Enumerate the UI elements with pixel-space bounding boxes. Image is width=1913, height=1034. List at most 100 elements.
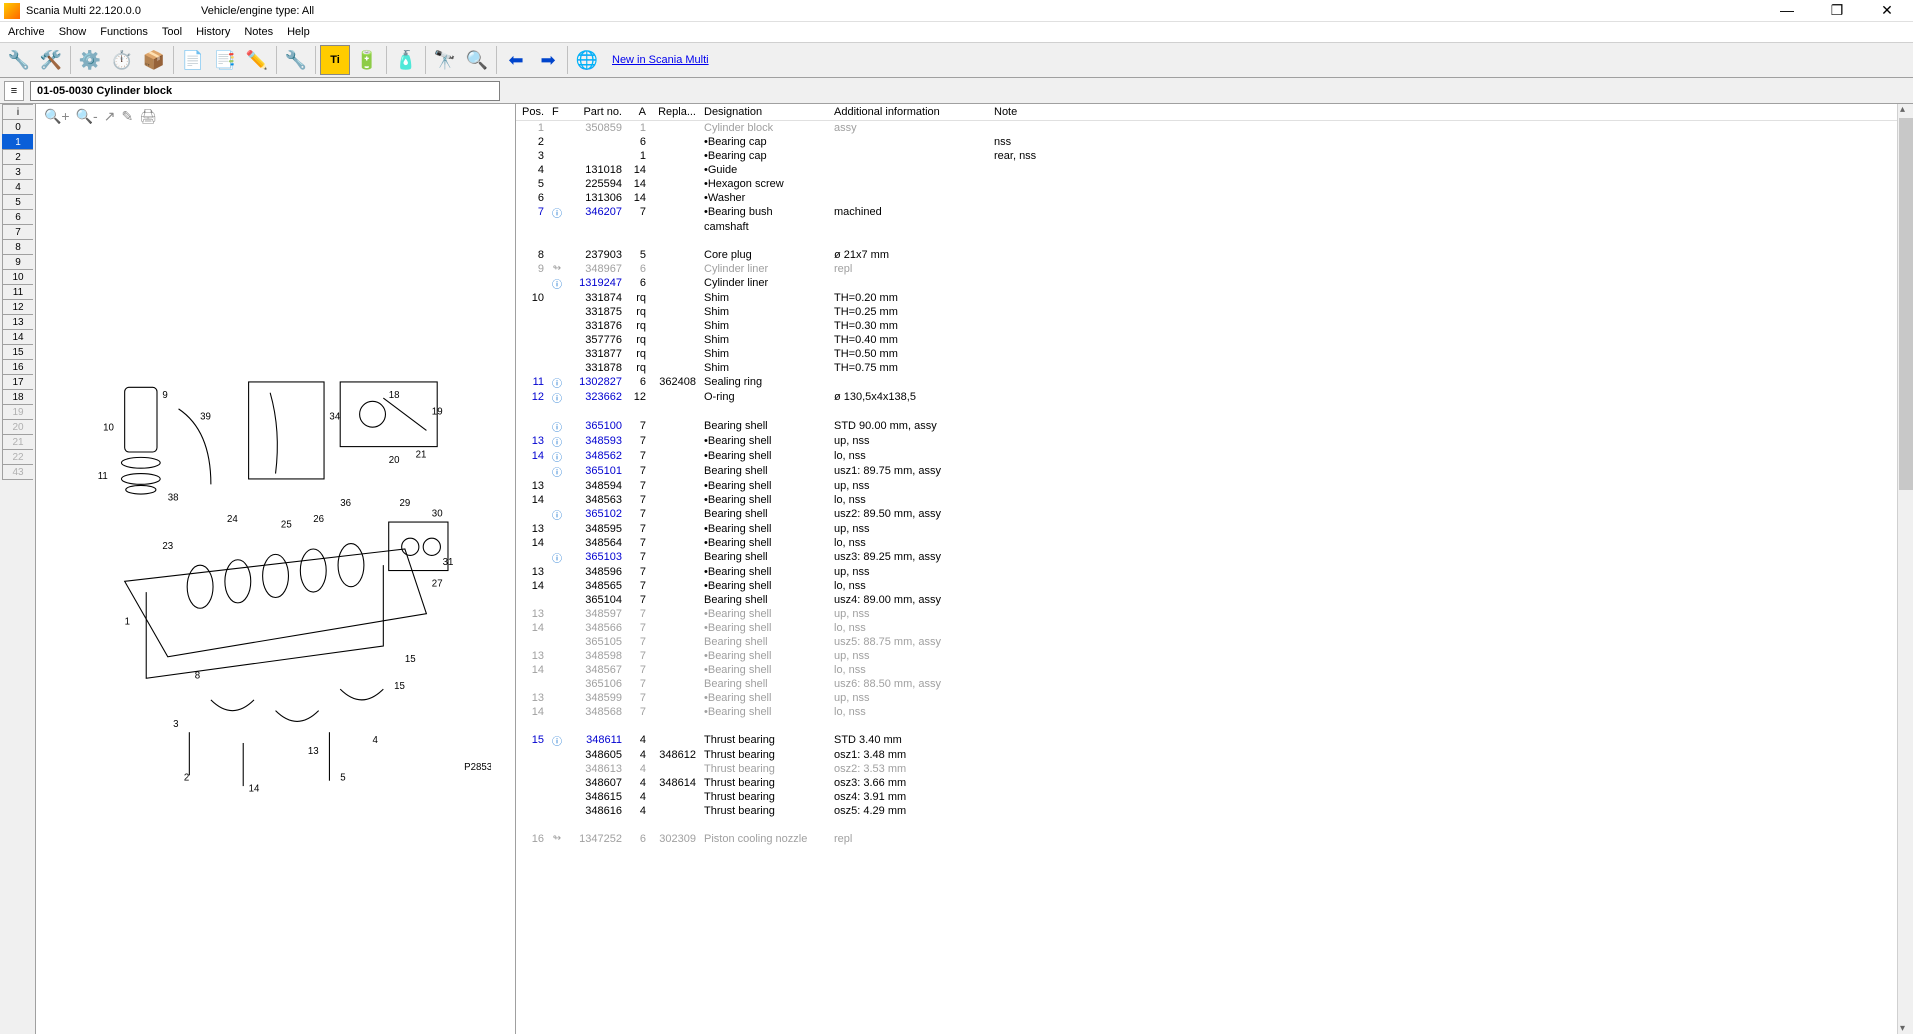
tool-ti-icon[interactable]: Ti — [320, 45, 350, 75]
table-row[interactable]: 3486134Thrust bearingosz2: 3.53 mm — [516, 762, 1897, 776]
table-row[interactable]: 3486054348612Thrust bearingosz1: 3.48 mm — [516, 748, 1897, 762]
exploded-diagram[interactable]: 109 1138 3934 1819 2120 2425 2636 2930 3… — [36, 128, 515, 1034]
table-row[interactable] — [516, 234, 1897, 248]
menu-functions[interactable]: Functions — [100, 26, 148, 38]
table-row[interactable]: 3651067Bearing shellusz6: 88.50 mm, assy — [516, 677, 1897, 691]
nav-tab-18[interactable]: 18 — [2, 389, 33, 405]
table-row[interactable]: ⓘ3651037Bearing shellusz3: 89.25 mm, ass… — [516, 550, 1897, 565]
table-row[interactable]: camshaft — [516, 220, 1897, 234]
table-row[interactable]: ⓘ13192476Cylinder liner — [516, 276, 1897, 291]
menu-show[interactable]: Show — [59, 26, 87, 38]
nav-tab-13[interactable]: 13 — [2, 314, 33, 330]
nav-tab-15[interactable]: 15 — [2, 344, 33, 360]
table-row[interactable]: 143485637•Bearing shelllo, nss — [516, 493, 1897, 507]
menu-archive[interactable]: Archive — [8, 26, 45, 38]
zoom-in-icon[interactable]: 🔍+ — [44, 108, 70, 125]
table-row[interactable]: 15ⓘ3486114Thrust bearingSTD 3.40 mm — [516, 733, 1897, 748]
parts-table-scroll[interactable]: Pos.FPart no.ARepla...DesignationAdditio… — [516, 104, 1897, 1034]
tool-back-icon[interactable]: ⬅ — [501, 45, 531, 75]
zoom-out-icon[interactable]: 🔍- — [76, 108, 98, 125]
table-row[interactable] — [516, 405, 1897, 419]
table-row[interactable]: 143485647•Bearing shelllo, nss — [516, 536, 1897, 550]
table-row[interactable]: 16↬13472526302309Piston cooling nozzlere… — [516, 832, 1897, 846]
tool-time-icon[interactable]: ⏱️ — [107, 45, 137, 75]
table-row[interactable]: 3486074348614Thrust bearingosz3: 3.66 mm — [516, 776, 1897, 790]
nav-tab-14[interactable]: 14 — [2, 329, 33, 345]
nav-tab-0[interactable]: 0 — [2, 119, 33, 135]
table-row[interactable]: 331876rqShimTH=0.30 mm — [516, 319, 1897, 333]
tool-info-icon[interactable]: 🛠️ — [36, 45, 66, 75]
tool-part-icon[interactable]: ⚙️ — [75, 45, 105, 75]
print-icon[interactable]: 🖨 — [139, 108, 157, 125]
tool-flash-icon[interactable]: 🔋 — [352, 45, 382, 75]
col-header[interactable]: Part no. — [566, 104, 626, 121]
col-header[interactable]: A — [626, 104, 650, 121]
table-row[interactable]: 26•Bearing capnss — [516, 135, 1897, 149]
table-row[interactable]: 331877rqShimTH=0.50 mm — [516, 347, 1897, 361]
tool-forward-icon[interactable]: ➡ — [533, 45, 563, 75]
region-icon[interactable]: ✎ — [121, 108, 133, 125]
table-row[interactable]: 133485967•Bearing shellup, nss — [516, 565, 1897, 579]
tool-box2-icon[interactable]: 📑 — [210, 45, 240, 75]
table-row[interactable]: 11ⓘ13028276362408Sealing ring — [516, 375, 1897, 390]
breadcrumb-path[interactable]: 01-05-0030 Cylinder block — [30, 81, 500, 101]
col-header[interactable]: Pos. — [516, 104, 548, 121]
table-row[interactable]: ⓘ3651007Bearing shellSTD 90.00 mm, assy — [516, 419, 1897, 434]
table-row[interactable]: 82379035Core plugø 21x7 mm — [516, 248, 1897, 262]
new-in-multi-link[interactable]: New in Scania Multi — [612, 54, 709, 66]
fit-icon[interactable]: ↗ — [104, 108, 116, 125]
nav-tab-8[interactable]: 8 — [2, 239, 33, 255]
collapse-button[interactable]: ≡ — [4, 81, 24, 101]
table-row[interactable]: 3486164Thrust bearingosz5: 4.29 mm — [516, 804, 1897, 818]
table-row[interactable]: 331878rqShimTH=0.75 mm — [516, 361, 1897, 375]
nav-tab-5[interactable]: 5 — [2, 194, 33, 210]
menu-tool[interactable]: Tool — [162, 26, 182, 38]
menu-help[interactable]: Help — [287, 26, 310, 38]
table-row[interactable]: 133485997•Bearing shellup, nss — [516, 691, 1897, 705]
nav-tab-i[interactable]: i — [2, 104, 33, 120]
tool-wrench-icon[interactable]: 🔧 — [281, 45, 311, 75]
table-row[interactable]: 133485977•Bearing shellup, nss — [516, 607, 1897, 621]
table-row[interactable]: 133485957•Bearing shellup, nss — [516, 522, 1897, 536]
table-row[interactable]: ⓘ3651017Bearing shellusz1: 89.75 mm, ass… — [516, 464, 1897, 479]
col-header[interactable]: Designation — [700, 104, 830, 121]
nav-tab-2[interactable]: 2 — [2, 149, 33, 165]
tool-edit-icon[interactable]: ✏️ — [242, 45, 272, 75]
nav-tab-3[interactable]: 3 — [2, 164, 33, 180]
tool-engine-icon[interactable]: 🔧 — [4, 45, 34, 75]
table-row[interactable]: 12ⓘ32366212O-ringø 130,5x4x138,5 — [516, 390, 1897, 405]
nav-tab-10[interactable]: 10 — [2, 269, 33, 285]
nav-tab-12[interactable]: 12 — [2, 299, 33, 315]
table-row[interactable]: 9↬3489676Cylinder linerrepl — [516, 262, 1897, 276]
tool-box1-icon[interactable]: 📄 — [178, 45, 208, 75]
table-row[interactable]: 613130614•Washer — [516, 191, 1897, 205]
table-row[interactable]: 133485947•Bearing shellup, nss — [516, 479, 1897, 493]
table-row[interactable]: 357776rqShimTH=0.40 mm — [516, 333, 1897, 347]
col-header[interactable]: Note — [990, 104, 1897, 121]
nav-tab-16[interactable]: 16 — [2, 359, 33, 375]
table-row[interactable]: 143485667•Bearing shelllo, nss — [516, 621, 1897, 635]
nav-tab-6[interactable]: 6 — [2, 209, 33, 225]
maximize-button[interactable]: ❐ — [1821, 2, 1853, 19]
nav-tab-4[interactable]: 4 — [2, 179, 33, 195]
table-row[interactable]: 413101814•Guide — [516, 163, 1897, 177]
nav-tab-11[interactable]: 11 — [2, 284, 33, 300]
vertical-scrollbar[interactable] — [1897, 104, 1913, 1034]
tool-bottle-icon[interactable]: 🧴 — [391, 45, 421, 75]
col-header[interactable]: Repla... — [650, 104, 700, 121]
table-row[interactable]: 143485687•Bearing shelllo, nss — [516, 705, 1897, 719]
close-button[interactable]: ✕ — [1871, 2, 1903, 19]
table-row[interactable]: 10331874rqShimTH=0.20 mm — [516, 291, 1897, 305]
tool-binoculars-icon[interactable]: 🔭 — [430, 45, 460, 75]
nav-tab-7[interactable]: 7 — [2, 224, 33, 240]
table-row[interactable]: 3651057Bearing shellusz5: 88.75 mm, assy — [516, 635, 1897, 649]
table-row[interactable]: 133485987•Bearing shellup, nss — [516, 649, 1897, 663]
nav-tab-1[interactable]: 1 — [2, 134, 33, 150]
table-row[interactable] — [516, 818, 1897, 832]
tool-search2-icon[interactable]: 🔍 — [462, 45, 492, 75]
table-row[interactable]: 522559414•Hexagon screw — [516, 177, 1897, 191]
tool-globe-icon[interactable]: 🌐 — [572, 45, 602, 75]
minimize-button[interactable]: — — [1771, 2, 1803, 19]
menu-history[interactable]: History — [196, 26, 230, 38]
scrollbar-thumb[interactable] — [1899, 118, 1913, 490]
